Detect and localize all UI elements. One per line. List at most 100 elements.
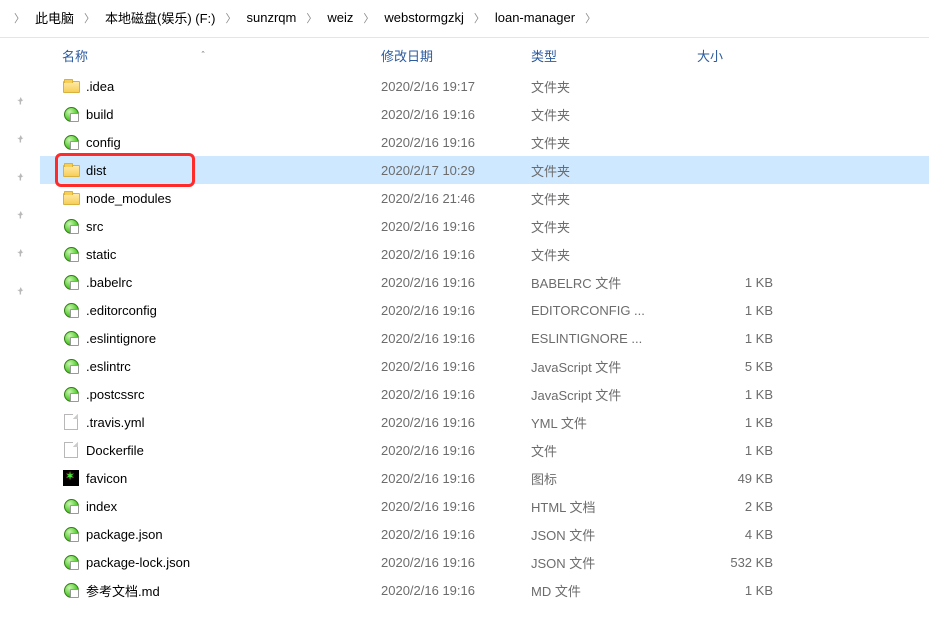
file-type-cell: BABELRC 文件 [531, 273, 697, 292]
file-icon [62, 357, 80, 375]
pin-icon[interactable] [0, 164, 40, 192]
file-size-cell: 49 KB [697, 471, 807, 486]
file-date-cell: 2020/2/16 19:16 [381, 527, 531, 542]
file-row[interactable]: package-lock.json2020/2/16 19:16JSON 文件5… [40, 548, 929, 576]
breadcrumb-segment[interactable]: 此电脑 [33, 6, 76, 29]
chevron-right-icon: 〉 [300, 10, 323, 26]
breadcrumb[interactable]: 〉此电脑〉本地磁盘(娱乐) (F:)〉sunzrqm〉weiz〉webstorm… [0, 0, 929, 38]
breadcrumb-segment[interactable]: loan-manager [493, 8, 577, 27]
column-header-name[interactable]: 名称 ＾ [62, 46, 381, 65]
pin-icon[interactable] [0, 278, 40, 306]
file-date-cell: 2020/2/17 10:29 [381, 163, 531, 178]
file-size-cell: 4 KB [697, 527, 807, 542]
file-name-label: package.json [86, 527, 163, 542]
file-date-cell: 2020/2/16 19:16 [381, 331, 531, 346]
column-header-date[interactable]: 修改日期 [381, 46, 531, 65]
file-row[interactable]: .travis.yml 2020/2/16 19:16YML 文件1 KB [40, 408, 929, 436]
file-row[interactable]: static2020/2/16 19:16文件夹 [40, 240, 929, 268]
chevron-right-icon: 〉 [220, 10, 243, 26]
file-date-cell: 2020/2/16 19:16 [381, 499, 531, 514]
pin-icon[interactable] [0, 202, 40, 230]
file-icon [62, 553, 80, 571]
file-icon [62, 497, 80, 515]
file-name-label: .travis.yml [86, 415, 145, 430]
column-header-type[interactable]: 类型 [531, 46, 697, 65]
favicon-icon [62, 469, 80, 487]
file-type-cell: 文件夹 [531, 189, 697, 208]
chevron-right-icon: 〉 [579, 10, 602, 26]
file-name-cell: Dockerfile [62, 441, 381, 459]
file-date-cell: 2020/2/16 19:16 [381, 135, 531, 150]
file-name-cell: config [62, 133, 381, 151]
file-type-cell: YML 文件 [531, 413, 697, 432]
pin-icon[interactable] [0, 88, 40, 116]
file-row[interactable]: .postcssrc2020/2/16 19:16JavaScript 文件1 … [40, 380, 929, 408]
file-date-cell: 2020/2/16 19:16 [381, 247, 531, 262]
chevron-right-icon: 〉 [357, 10, 380, 26]
file-size-cell: 1 KB [697, 443, 807, 458]
file-date-cell: 2020/2/16 19:16 [381, 415, 531, 430]
file-row[interactable]: src2020/2/16 19:16文件夹 [40, 212, 929, 240]
file-name-cell: .postcssrc [62, 385, 381, 403]
file-row[interactable]: .eslintignore 2020/2/16 19:16ESLINTIGNORE… [40, 324, 929, 352]
file-name-cell: package-lock.json [62, 553, 381, 571]
file-icon [62, 441, 80, 459]
file-type-cell: HTML 文档 [531, 497, 697, 516]
pin-icon[interactable] [0, 126, 40, 154]
file-date-cell: 2020/2/16 19:16 [381, 387, 531, 402]
file-row[interactable]: package.json 2020/2/16 19:16JSON 文件4 KB [40, 520, 929, 548]
file-icon [62, 133, 80, 151]
breadcrumb-segment[interactable]: weiz [325, 8, 355, 27]
breadcrumb-segment[interactable]: 本地磁盘(娱乐) (F:) [103, 6, 217, 29]
file-row[interactable]: .editorconfig2020/2/16 19:16EDITORCONFIG… [40, 296, 929, 324]
file-type-cell: ESLINTIGNORE ... [531, 331, 697, 346]
breadcrumb-segment[interactable]: sunzrqm [245, 8, 299, 27]
file-row[interactable]: Dockerfile2020/2/16 19:16文件1 KB [40, 436, 929, 464]
file-name-label: .eslintignore [86, 331, 156, 346]
file-row[interactable]: config2020/2/16 19:16文件夹 [40, 128, 929, 156]
file-icon [62, 385, 80, 403]
file-size-cell: 1 KB [697, 415, 807, 430]
file-size-cell: 1 KB [697, 583, 807, 598]
file-list: .idea2020/2/16 19:17文件夹build2020/2/16 19… [40, 72, 929, 604]
file-row[interactable]: index2020/2/16 19:16HTML 文档2 KB [40, 492, 929, 520]
file-name-label: build [86, 107, 113, 122]
file-row[interactable]: .idea2020/2/16 19:17文件夹 [40, 72, 929, 100]
file-date-cell: 2020/2/16 19:17 [381, 79, 531, 94]
file-row[interactable]: build2020/2/16 19:16文件夹 [40, 100, 929, 128]
file-row[interactable]: favicon2020/2/16 19:16图标49 KB [40, 464, 929, 492]
file-date-cell: 2020/2/16 19:16 [381, 583, 531, 598]
file-row[interactable]: node_modules2020/2/16 21:46文件夹 [40, 184, 929, 212]
file-date-cell: 2020/2/16 19:16 [381, 359, 531, 374]
pin-icon[interactable] [0, 240, 40, 268]
file-name-cell: dist [62, 161, 381, 179]
file-name-cell: index [62, 497, 381, 515]
file-size-cell: 1 KB [697, 331, 807, 346]
file-type-cell: 图标 [531, 469, 697, 488]
file-name-cell: favicon [62, 469, 381, 487]
file-row[interactable]: dist2020/2/17 10:29文件夹 [40, 156, 929, 184]
file-name-cell: build [62, 105, 381, 123]
file-type-cell: JavaScript 文件 [531, 385, 697, 404]
file-row[interactable]: .babelrc2020/2/16 19:16BABELRC 文件1 KB [40, 268, 929, 296]
file-name-cell: src [62, 217, 381, 235]
file-size-cell: 5 KB [697, 359, 807, 374]
column-header-size[interactable]: 大小 [697, 46, 807, 65]
file-name-cell: .idea [62, 77, 381, 95]
file-row[interactable]: .eslintrc2020/2/16 19:16JavaScript 文件5 K… [40, 352, 929, 380]
file-date-cell: 2020/2/16 19:16 [381, 443, 531, 458]
file-name-label: static [86, 247, 116, 262]
file-type-cell: JSON 文件 [531, 525, 697, 544]
file-icon [62, 273, 80, 291]
file-name-cell: static [62, 245, 381, 263]
chevron-right-icon: 〉 [468, 10, 491, 26]
file-icon [62, 413, 80, 431]
file-row[interactable]: 参考文档.md2020/2/16 19:16MD 文件1 KB [40, 576, 929, 604]
file-name-label: .postcssrc [86, 387, 145, 402]
file-type-cell: 文件夹 [531, 161, 697, 180]
file-date-cell: 2020/2/16 19:16 [381, 471, 531, 486]
folder-icon [62, 161, 80, 179]
file-type-cell: 文件 [531, 441, 697, 460]
breadcrumb-segment[interactable]: webstormgzkj [382, 8, 465, 27]
chevron-right-icon: 〉 [78, 10, 101, 26]
